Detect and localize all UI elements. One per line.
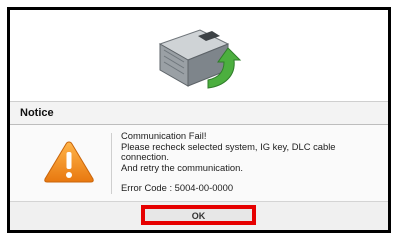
error-code: Error Code : 5004-00-0000: [121, 182, 234, 194]
dialog-body: Communication Fail! Please recheck selec…: [10, 125, 388, 201]
message-line: And retry the communication.: [121, 161, 243, 173]
ok-button[interactable]: OK: [141, 205, 256, 225]
divider: [111, 133, 112, 194]
app-screen: Notice Communication Fail! Please rechec…: [7, 7, 391, 233]
message-text: Communication Fail! Please recheck selec…: [121, 130, 381, 194]
ecu-module-icon: [158, 29, 242, 89]
message-line: Communication Fail!: [121, 130, 207, 141]
dialog-button-bar: OK: [10, 201, 388, 230]
dialog-title: Notice: [20, 107, 54, 119]
ok-button-label: OK: [191, 211, 206, 221]
background-panel: [10, 10, 388, 101]
warning-icon: [44, 141, 94, 183]
dialog-title-bar: Notice: [10, 101, 388, 125]
notice-dialog: Notice Communication Fail! Please rechec…: [10, 101, 388, 230]
